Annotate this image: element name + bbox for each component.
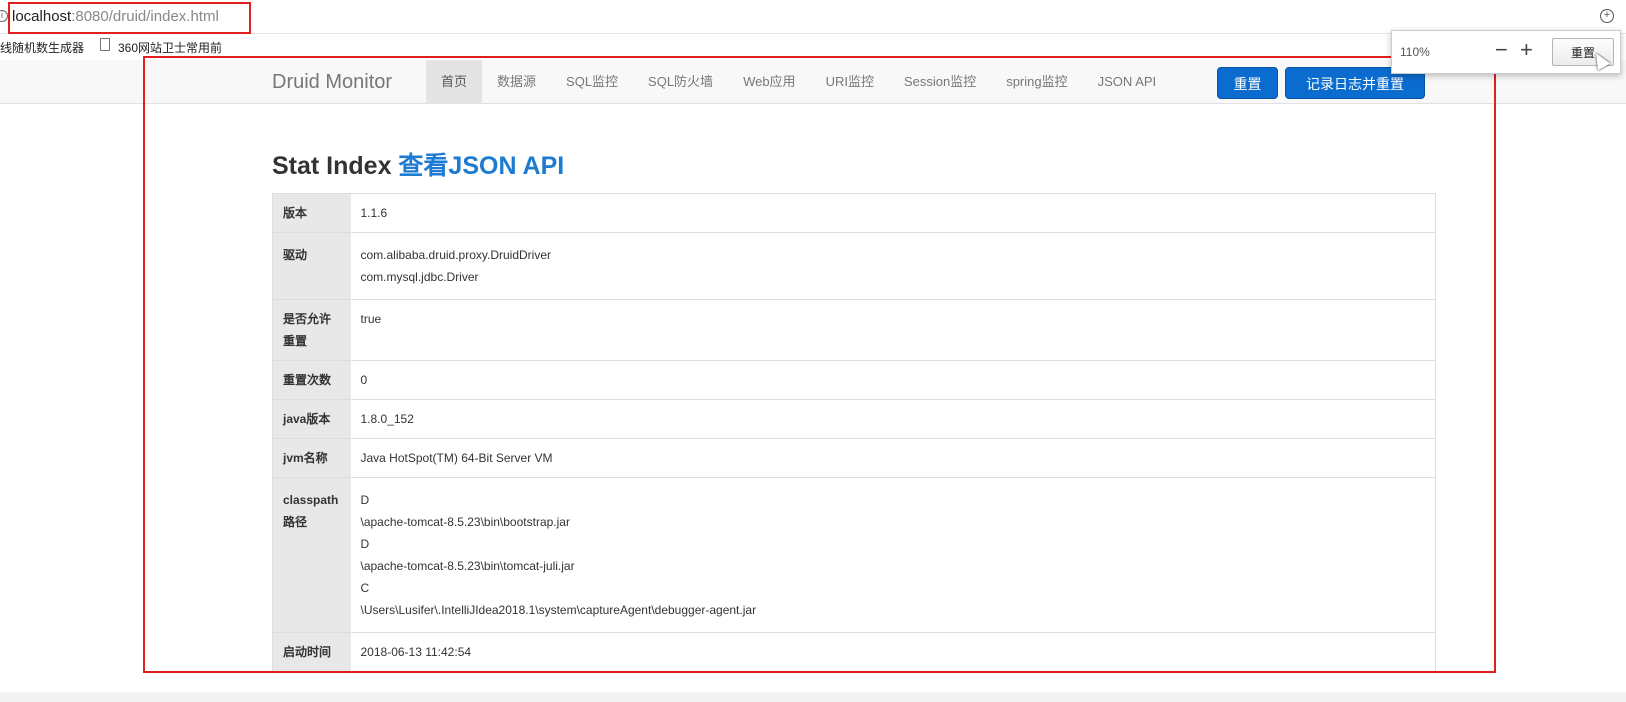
zoom-out-button[interactable]: − [1495, 37, 1508, 63]
page-icon [100, 38, 110, 51]
zoom-level: 110% [1400, 45, 1430, 59]
url-highlight-box [8, 2, 251, 34]
bookmark-360[interactable]: 360网站卫士常用前 [118, 39, 222, 56]
zoom-in-button[interactable]: + [1520, 37, 1533, 63]
info-icon[interactable]: i [0, 10, 8, 22]
zoom-icon[interactable]: + [1600, 9, 1614, 23]
footer-strip [0, 692, 1626, 702]
bookmark-random-number[interactable]: 线随机数生成器 [0, 39, 84, 56]
zoom-popup: 110% − + 重置 [1391, 30, 1621, 74]
content-highlight-box [143, 56, 1496, 673]
